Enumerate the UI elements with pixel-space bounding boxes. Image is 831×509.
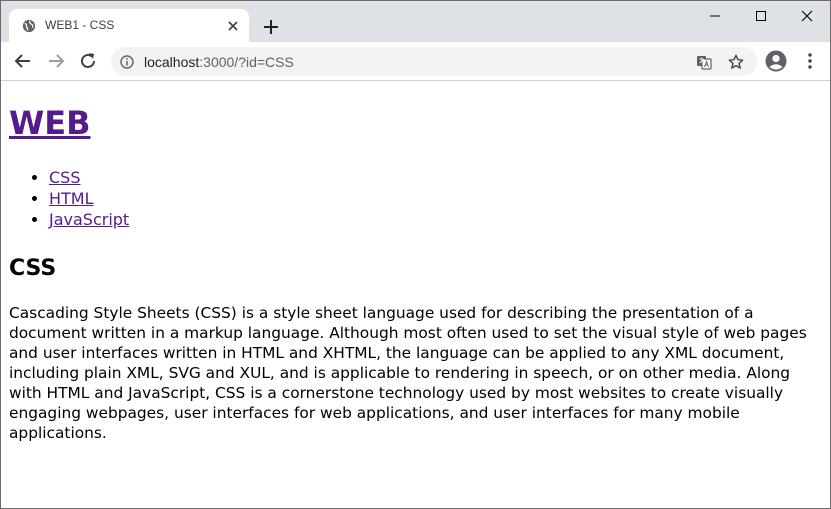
tab-strip: WEB1 - CSS bbox=[1, 1, 830, 42]
address-bar[interactable]: localhost:3000/?id=CSS bbox=[111, 47, 757, 76]
list-item: JavaScript bbox=[49, 209, 129, 230]
section-title: CSS bbox=[9, 256, 57, 281]
new-tab-icon[interactable] bbox=[259, 15, 283, 39]
profile-avatar-icon[interactable] bbox=[765, 50, 787, 72]
page-content: WEB CSS HTML JavaScript CSS Cascading St… bbox=[1, 81, 830, 508]
bookmark-star-icon[interactable] bbox=[727, 53, 745, 71]
url-path: :3000/?id=CSS bbox=[199, 54, 294, 70]
page-title: WEB bbox=[9, 103, 91, 143]
url-host: localhost bbox=[144, 54, 200, 70]
home-link[interactable]: WEB bbox=[9, 104, 91, 142]
globe-icon bbox=[22, 19, 36, 33]
close-window-button[interactable] bbox=[784, 1, 830, 31]
maximize-button[interactable] bbox=[738, 1, 784, 31]
topic-list: CSS HTML JavaScript bbox=[9, 167, 129, 230]
minimize-button[interactable] bbox=[692, 1, 738, 31]
more-menu-icon[interactable] bbox=[800, 51, 820, 71]
minimize-icon bbox=[710, 15, 720, 17]
nav-link-html[interactable]: HTML bbox=[49, 189, 94, 208]
maximize-icon bbox=[756, 11, 766, 21]
info-icon[interactable] bbox=[120, 55, 134, 69]
list-item: HTML bbox=[49, 188, 129, 209]
browser-window: WEB1 - CSS localhost:3000/?id=CSS WEB • … bbox=[0, 0, 831, 509]
translate-icon[interactable] bbox=[696, 54, 712, 70]
list-item: CSS bbox=[49, 167, 129, 188]
nav-link-css[interactable]: CSS bbox=[49, 168, 80, 187]
close-icon bbox=[801, 10, 813, 22]
url-text[interactable]: localhost:3000/?id=CSS bbox=[144, 54, 294, 70]
close-tab-icon[interactable] bbox=[226, 19, 240, 33]
tab-title: WEB1 - CSS bbox=[45, 18, 115, 32]
forward-arrow-icon[interactable] bbox=[45, 50, 67, 72]
reload-icon[interactable] bbox=[77, 50, 99, 72]
browser-toolbar: localhost:3000/?id=CSS bbox=[1, 42, 830, 81]
nav-link-javascript[interactable]: JavaScript bbox=[49, 210, 129, 229]
article-body: Cascading Style Sheets (CSS) is a style … bbox=[9, 304, 807, 442]
back-arrow-icon[interactable] bbox=[12, 50, 34, 72]
browser-tab[interactable]: WEB1 - CSS bbox=[9, 9, 249, 42]
